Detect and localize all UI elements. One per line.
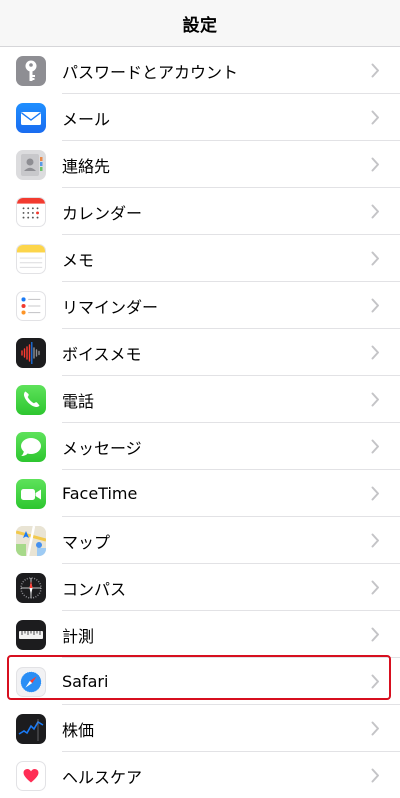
settings-row-reminders[interactable]: リマインダー — [0, 282, 400, 329]
settings-row-notes[interactable]: メモ — [0, 235, 400, 282]
settings-row-calendar[interactable]: カレンダー — [0, 188, 400, 235]
row-label: コンパス — [62, 579, 127, 599]
compass-icon — [16, 572, 46, 603]
row-label: 電話 — [62, 391, 95, 411]
row-label: メモ — [62, 250, 95, 270]
row-label: メッセージ — [62, 438, 142, 458]
settings-row-messages[interactable]: メッセージ — [0, 423, 400, 470]
row-label: パスワードとアカウント — [62, 62, 239, 82]
chevron-right-icon — [368, 533, 382, 548]
settings-row-voice-memos[interactable]: ボイスメモ — [0, 329, 400, 376]
settings-row-stocks[interactable]: 株価 — [0, 705, 400, 752]
notes-icon — [16, 243, 46, 274]
chevron-right-icon — [368, 486, 382, 501]
row-label: マップ — [62, 532, 111, 552]
settings-row-contacts[interactable]: 連絡先 — [0, 141, 400, 188]
chevron-right-icon — [368, 251, 382, 266]
row-label: ボイスメモ — [62, 344, 142, 364]
row-label: リマインダー — [62, 297, 159, 317]
chevron-right-icon — [368, 345, 382, 360]
chevron-right-icon — [368, 674, 382, 689]
row-label: カレンダー — [62, 203, 143, 223]
chevron-right-icon — [368, 392, 382, 407]
row-label: FaceTime — [62, 484, 138, 503]
chevron-right-icon — [368, 298, 382, 313]
chevron-right-icon — [368, 721, 382, 736]
facetime-icon — [16, 478, 46, 509]
calendar-icon — [16, 196, 46, 227]
chevron-right-icon — [368, 768, 382, 783]
row-label: ヘルスケア — [62, 767, 143, 787]
voice-memos-icon — [16, 337, 46, 368]
settings-row-measure[interactable]: 計測 — [0, 611, 400, 658]
settings-row-health[interactable]: ヘルスケア — [0, 752, 400, 798]
row-label: 計測 — [62, 626, 95, 646]
messages-icon — [16, 431, 46, 462]
page-title: 設定 — [182, 15, 218, 36]
chevron-right-icon — [368, 110, 382, 125]
navigation-bar: 設定 — [0, 0, 400, 47]
contacts-icon — [16, 149, 46, 180]
settings-row-phone[interactable]: 電話 — [0, 376, 400, 423]
settings-row-safari[interactable]: Safari — [0, 658, 400, 705]
measure-icon — [16, 619, 46, 650]
row-label: 連絡先 — [62, 156, 111, 176]
chevron-right-icon — [368, 627, 382, 642]
chevron-right-icon — [368, 157, 382, 172]
settings-row-facetime[interactable]: FaceTime — [0, 470, 400, 517]
chevron-right-icon — [368, 439, 382, 454]
row-label: 株価 — [62, 720, 95, 740]
key-icon — [16, 55, 46, 86]
settings-row-passwords[interactable]: パスワードとアカウント — [0, 47, 400, 94]
health-icon — [16, 760, 46, 791]
maps-icon — [16, 525, 46, 556]
settings-row-mail[interactable]: メール — [0, 94, 400, 141]
stocks-icon — [16, 713, 46, 744]
reminders-icon — [16, 290, 46, 321]
settings-list: パスワードとアカウント メール 連絡先 カレンダー メモ リマインダー ボイスメ… — [0, 47, 400, 798]
phone-icon — [16, 384, 46, 415]
chevron-right-icon — [368, 63, 382, 78]
settings-row-compass[interactable]: コンパス — [0, 564, 400, 611]
mail-icon — [16, 102, 46, 133]
row-label: Safari — [62, 672, 109, 691]
safari-icon — [16, 666, 46, 697]
chevron-right-icon — [368, 204, 382, 219]
row-label: メール — [62, 109, 111, 129]
chevron-right-icon — [368, 580, 382, 595]
settings-row-maps[interactable]: マップ — [0, 517, 400, 564]
